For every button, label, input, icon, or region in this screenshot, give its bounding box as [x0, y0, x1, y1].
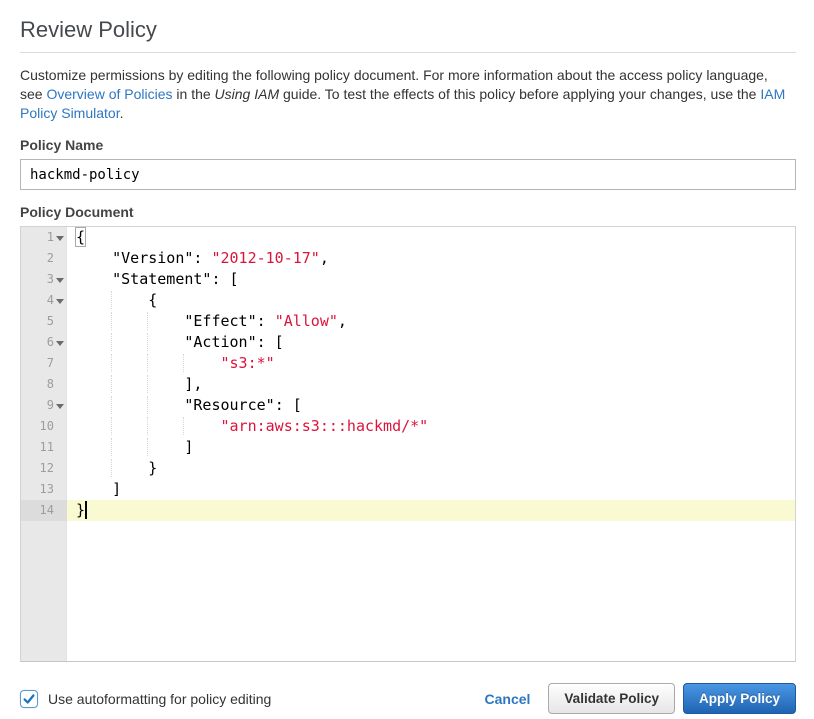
code-line-text[interactable]: { [67, 290, 795, 311]
editor-line[interactable]: 7 "s3:*" [21, 353, 795, 374]
autoformat-option: Use autoformatting for policy editing [20, 690, 271, 708]
policy-name-label: Policy Name [20, 137, 796, 153]
line-number: 1 [21, 227, 67, 248]
validate-policy-button[interactable]: Validate Policy [548, 683, 675, 714]
code-line-text[interactable]: ] [67, 437, 795, 458]
checkmark-icon [22, 692, 36, 706]
line-number: 3 [21, 269, 67, 290]
line-number: 4 [21, 290, 67, 311]
editor-content[interactable]: 1{2 "Version": "2012-10-17",3 "Statement… [21, 227, 795, 521]
policy-document-label: Policy Document [20, 204, 796, 220]
line-number: 6 [21, 332, 67, 353]
text-cursor [85, 501, 87, 519]
apply-policy-button[interactable]: Apply Policy [683, 683, 796, 714]
footer-bar: Use autoformatting for policy editing Ca… [20, 683, 796, 714]
fold-toggle-icon[interactable] [56, 236, 64, 241]
intro-text: Customize permissions by editing the fol… [20, 66, 790, 123]
autoformat-checkbox[interactable] [20, 690, 38, 708]
editor-line[interactable]: 14} [21, 500, 795, 521]
fold-toggle-icon[interactable] [56, 404, 64, 409]
line-number: 7 [21, 353, 67, 374]
code-line-text[interactable]: "Effect": "Allow", [67, 311, 795, 332]
line-number: 5 [21, 311, 67, 332]
editor-line[interactable]: 2 "Version": "2012-10-17", [21, 248, 795, 269]
title-divider [20, 52, 796, 53]
editor-line[interactable]: 5 "Effect": "Allow", [21, 311, 795, 332]
editor-line[interactable]: 10 "arn:aws:s3:::hackmd/*" [21, 416, 795, 437]
code-line-text[interactable]: { [67, 227, 795, 248]
cancel-link[interactable]: Cancel [485, 691, 531, 707]
intro-segment-4: . [120, 105, 124, 121]
intro-segment-3: guide. To test the effects of this polic… [279, 86, 760, 102]
using-iam-guide-title: Using IAM [215, 86, 280, 102]
line-number: 8 [21, 374, 67, 395]
editor-line[interactable]: 8 ], [21, 374, 795, 395]
line-number: 14 [21, 500, 67, 521]
code-line-text[interactable]: "Statement": [ [67, 269, 795, 290]
autoformat-label: Use autoformatting for policy editing [48, 691, 271, 707]
intro-segment-2: in the [173, 86, 215, 102]
code-line-text[interactable]: "arn:aws:s3:::hackmd/*" [67, 416, 795, 437]
code-line-text[interactable]: "Resource": [ [67, 395, 795, 416]
editor-line[interactable]: 6 "Action": [ [21, 332, 795, 353]
code-line-text[interactable]: ], [67, 374, 795, 395]
code-line-text[interactable]: "Action": [ [67, 332, 795, 353]
code-line-text[interactable]: } [67, 458, 795, 479]
code-line-text[interactable]: } [67, 500, 795, 521]
policy-name-input[interactable] [20, 159, 796, 190]
page-title: Review Policy [20, 17, 796, 43]
line-number: 2 [21, 248, 67, 269]
action-buttons: Cancel Validate Policy Apply Policy [485, 683, 797, 714]
editor-line[interactable]: 9 "Resource": [ [21, 395, 795, 416]
editor-line[interactable]: 11 ] [21, 437, 795, 458]
line-number: 10 [21, 416, 67, 437]
code-line-text[interactable]: "Version": "2012-10-17", [67, 248, 795, 269]
overview-of-policies-link[interactable]: Overview of Policies [46, 86, 172, 102]
line-number: 12 [21, 458, 67, 479]
fold-toggle-icon[interactable] [56, 299, 64, 304]
editor-line[interactable]: 13 ] [21, 479, 795, 500]
code-line-text[interactable]: ] [67, 479, 795, 500]
fold-toggle-icon[interactable] [56, 341, 64, 346]
code-line-text[interactable]: "s3:*" [67, 353, 795, 374]
editor-line[interactable]: 12 } [21, 458, 795, 479]
editor-line[interactable]: 3 "Statement": [ [21, 269, 795, 290]
line-number: 9 [21, 395, 67, 416]
line-number: 13 [21, 479, 67, 500]
line-number: 11 [21, 437, 67, 458]
editor-line[interactable]: 1{ [21, 227, 795, 248]
policy-document-editor[interactable]: 1{2 "Version": "2012-10-17",3 "Statement… [20, 226, 796, 662]
fold-toggle-icon[interactable] [56, 278, 64, 283]
review-policy-page: Review Policy Customize permissions by e… [0, 0, 814, 714]
editor-line[interactable]: 4 { [21, 290, 795, 311]
